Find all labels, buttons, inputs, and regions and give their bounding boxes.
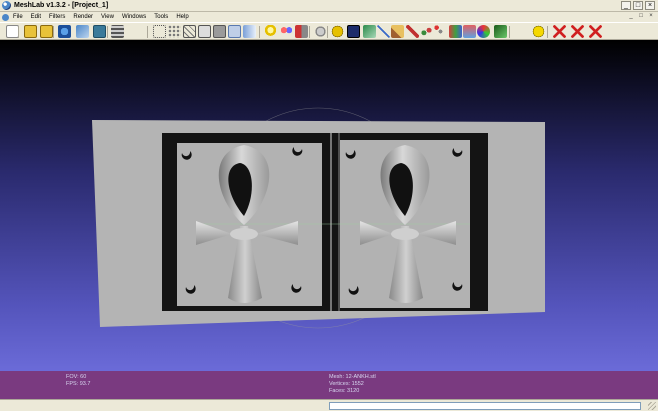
open-project-icon[interactable] [24, 25, 37, 38]
maximize-button[interactable]: □ [633, 1, 643, 10]
menu-help[interactable]: Help [176, 14, 188, 20]
document-icon[interactable] [2, 13, 9, 21]
toolbar-separator [327, 26, 328, 38]
bbox-icon[interactable] [153, 25, 166, 38]
shader-icon[interactable] [494, 25, 507, 38]
layers-icon[interactable] [111, 25, 124, 38]
align-icon[interactable] [420, 25, 433, 38]
paint-icon[interactable] [391, 25, 404, 38]
mesh-name-readout: Mesh: 12-ANKH.stl [329, 374, 376, 380]
delete-selection-icon[interactable] [553, 25, 566, 38]
faces-readout: Faces: 3120 [329, 388, 360, 394]
import-mesh-icon[interactable] [40, 25, 53, 38]
back-face-icon[interactable] [314, 25, 327, 38]
vertices-readout: Vertices: 1552 [329, 381, 364, 387]
delete-faces-icon[interactable] [571, 25, 584, 38]
meshlab-logo-icon [2, 1, 11, 10]
export-mesh-icon[interactable] [76, 25, 89, 38]
doc-restore-button[interactable]: □ [637, 13, 645, 20]
doc-close-button[interactable]: × [647, 13, 655, 20]
toolbar-separator [18, 26, 19, 38]
reload-icon[interactable] [58, 25, 71, 38]
fov-readout: FOV: 60 [66, 374, 87, 380]
menu-windows[interactable]: Windows [122, 14, 146, 20]
flat-icon[interactable] [228, 25, 241, 38]
snapshot-icon[interactable] [93, 25, 106, 38]
selection-icon[interactable] [406, 25, 419, 38]
doc-minimize-button[interactable]: _ [627, 13, 635, 20]
progress-bar [329, 402, 641, 410]
toolbar-separator [107, 26, 108, 38]
main-toolbar [0, 22, 658, 40]
measure-icon[interactable] [377, 25, 390, 38]
hidden-lines-icon[interactable] [198, 25, 211, 38]
toolbar-separator [547, 26, 548, 38]
menu-file[interactable]: File [13, 14, 23, 20]
fancy-light-icon[interactable] [295, 25, 308, 38]
toolbar-separator [147, 26, 148, 38]
wireframe-icon[interactable] [183, 25, 196, 38]
menu-edit[interactable]: Edit [31, 14, 41, 20]
mesh-render [92, 107, 545, 329]
fps-readout: FPS: 93.7 [66, 381, 91, 387]
menu-bar: File Edit Filters Render View Windows To… [0, 12, 658, 22]
minimize-button[interactable]: _ [621, 1, 631, 10]
menu-view[interactable]: View [101, 14, 114, 20]
pick-points-icon[interactable] [434, 25, 447, 38]
3d-viewport[interactable] [0, 40, 658, 371]
menu-tools[interactable]: Tools [154, 14, 168, 20]
window-controls: _ □ × [621, 1, 655, 10]
texture-icon[interactable] [363, 25, 376, 38]
close-button[interactable]: × [645, 1, 655, 10]
resize-grip-icon[interactable] [648, 402, 656, 410]
manipulator-icon[interactable] [449, 25, 462, 38]
window-title: MeshLab v1.3.2 - [Project_1] [14, 2, 109, 9]
points-icon[interactable] [168, 25, 181, 38]
status-bar [0, 399, 658, 411]
toolbar-separator [309, 26, 310, 38]
toolbar-separator [259, 26, 260, 38]
title-bar: MeshLab v1.3.2 - [Project_1] _ □ × [0, 0, 658, 12]
info-icon[interactable] [532, 25, 545, 38]
menu-render[interactable]: Render [73, 14, 93, 20]
quality-icon[interactable] [463, 25, 476, 38]
flat-lines-icon[interactable] [213, 25, 226, 38]
smooth-icon[interactable] [243, 25, 256, 38]
light-icon[interactable] [264, 25, 277, 38]
document-window-controls: _ □ × [627, 13, 655, 20]
toolbar-separator [509, 26, 510, 38]
mesh-info-icon[interactable] [347, 25, 360, 38]
meshlab-window: MeshLab v1.3.2 - [Project_1] _ □ × File … [0, 0, 658, 411]
double-light-icon[interactable] [280, 25, 293, 38]
annotation-icon[interactable] [331, 25, 344, 38]
toolbar-separator [53, 26, 54, 38]
vertex-color-icon[interactable] [477, 25, 490, 38]
info-panel: FOV: 60 FPS: 93.7 Mesh: 12-ANKH.stl Vert… [0, 371, 658, 399]
menu-filters[interactable]: Filters [49, 14, 65, 20]
delete-vertices-icon[interactable] [589, 25, 602, 38]
